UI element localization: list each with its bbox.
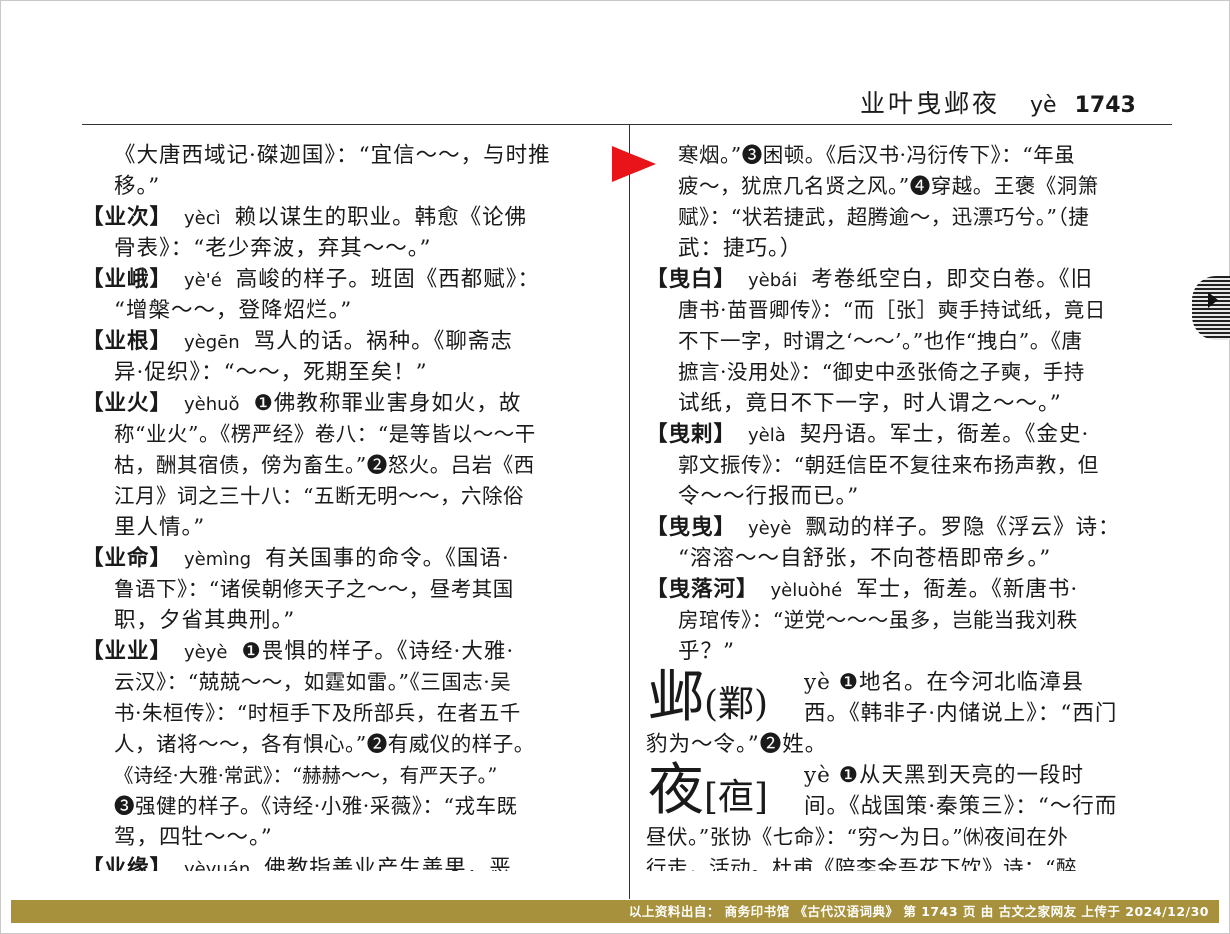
headchar-ye-night-char: 夜 [648, 758, 704, 823]
entry-pinyin: yèlà [748, 425, 786, 446]
entry-definition: ❶佛教称罪业害身如火，故 [253, 391, 522, 416]
entry-line: 称“业火”。《楞严经》卷八：“是等皆以～～干 [114, 422, 536, 446]
entry-line: 鲁语下》：“诸侯朝修天子之～～，昼考其国 [114, 577, 514, 601]
entry-line: 人，诸将～～，各有惧心。”❷有威仪的样子。 [114, 732, 535, 756]
entry-pinyin: yèmìng [184, 549, 252, 570]
entry-pinyin: yèyè [748, 518, 792, 539]
entry-headword: 【曳落河】 [646, 577, 759, 602]
entry-pinyin: yèluòhé [770, 580, 843, 601]
entry-line: yè ❶地名。在今河北临漳县 [804, 670, 1084, 695]
entry-headword-line: 【曳剌】 yèlà 契丹语。军士，衙差。《金史· [646, 419, 1174, 450]
entry-line: 武：捷巧。） [678, 236, 803, 261]
entry-line: 骨表》：“老少奔波，弃其～～。” [114, 236, 432, 261]
entry-headword: 【业业】 [82, 639, 173, 664]
entry-line: 寒烟。”❸困顿。《后汉书·冯衍传下》：“年虽 [678, 143, 1076, 167]
entry-line: 乎？” [678, 639, 735, 664]
entry-pinyin: yècì [184, 208, 221, 229]
entry-headword: 【业命】 [82, 546, 173, 571]
header-headwords: 业叶曳邺夜 [860, 89, 1001, 118]
entry-line: 行走，活动。杜甫《陪李金吾花下饮》诗：“醉 [646, 856, 1077, 871]
entry-headword: 【业峨】 [82, 267, 173, 292]
entry-definition: 高峻的样子。班固《西都赋》： [235, 267, 541, 292]
entry-line: 试纸，竟日不下一字，时人谓之～～。” [678, 391, 1062, 416]
entry-line: 疲～，犹庶几名贤之风。”❹穿越。王褒《洞箫 [678, 174, 1099, 198]
entry-headword-line: 【业业】 yèyè ❶畏惧的样子。《诗经·大雅· [82, 636, 612, 667]
entry-line: 郭文振传》：“朝廷信臣不复往来布扬声教，但 [678, 453, 1099, 477]
headchar-ye-city-variant: (鄴) [704, 684, 769, 725]
entry-definition: 军士，衙差。《新唐书· [856, 577, 1079, 602]
entry-line: 《大唐西域记·磔迦国》：“宜信～～，与时推 [114, 143, 551, 168]
entry-definition: ❶畏惧的样子。《诗经·大雅· [241, 639, 515, 664]
headchar-ye-city-char: 邺 [648, 665, 704, 730]
entry-headword-line: 【业根】 yègēn 骂人的话。祸种。《聊斋志 [82, 326, 612, 357]
entry-headword-line: 【业次】 yècì 赖以谋生的职业。韩愈《论佛 [82, 202, 612, 233]
entry-headword-line: 【业峨】 yè'é 高峻的样子。班固《西都赋》： [82, 264, 612, 295]
entry-pinyin: yèhuǒ [184, 394, 240, 415]
entry-pinyin: yèbái [748, 270, 798, 291]
entry-line: 不下一字，时谓之‘～～’。”也作“拽白”。《唐 [678, 329, 1083, 353]
entry-definition: 骂人的话。祸种。《聊斋志 [253, 329, 513, 354]
entry-headword: 【曳曳】 [646, 515, 737, 540]
entry-pinyin: yèyè [184, 642, 228, 663]
entry-headword: 【业缘】 [82, 856, 173, 871]
entry-line: 《诗经·大雅·常武》：“赫赫～～，有严天子。” [114, 764, 498, 787]
left-column: 《大唐西域记·磔迦国》：“宜信～～，与时推 移。” 【业次】 yècì 赖以谋生的职业。… [82, 140, 612, 900]
source-footer: 以上资料出自： 商务印书馆 《古代汉语词典》 第 1743 页 由 古文之家网友… [11, 900, 1219, 923]
entry-headword-line: 【业缘】 yèyuán 佛教指善业产生善果，恶 [82, 853, 612, 871]
right-column: 寒烟。”❸困顿。《后汉书·冯衍传下》：“年虽 疲～，犹庶几名贤之风。”❹穿越。王褒… [646, 140, 1174, 900]
entry-line: 书·朱桓传》：“时桓手下及所部兵，在者五千 [114, 701, 521, 725]
entry-line: “溶溶～～自舒张，不向苍梧即帝乡。” [678, 546, 1052, 571]
entry-definition: 赖以谋生的职业。韩愈《论佛 [234, 205, 528, 230]
entry-line: 里人情。” [114, 515, 206, 540]
entry-definition: 佛教指善业产生善果，恶 [264, 856, 512, 871]
entry-line: 令～～行报而已。” [678, 484, 860, 509]
page-header: 业叶曳邺夜 yè 1743 [860, 84, 1180, 118]
entry-headword: 【曳白】 [646, 267, 737, 292]
entry-line: 江月》词之三十八：“五断无明～～，六除俗 [114, 484, 524, 508]
right-column-entries: 寒烟。”❸困顿。《后汉书·冯衍传下》：“年虽 疲～，犹庶几名贤之风。”❹穿越。王褒… [646, 140, 1174, 667]
entry-headword: 【曳剌】 [646, 422, 737, 447]
entry-headword-line: 【业命】 yèmìng 有关国事的命令。《国语· [82, 543, 612, 574]
entry-headword-line: 【曳落河】 yèluòhé 军士，衙差。《新唐书· [646, 574, 1174, 605]
entry-definition: 有关国事的命令。《国语· [265, 546, 510, 571]
headchar-ye-city: 邺(鄴) [648, 667, 768, 736]
header-pinyin: yè [1030, 93, 1057, 118]
headchar-ye-night: 夜[亱] [648, 760, 768, 829]
page-turn-tab-icon[interactable] [1192, 276, 1230, 340]
entry-line: 房琯传》：“逆党～～～虽多，岂能当我刘秩 [678, 608, 1078, 632]
entry-pinyin: yègēn [184, 332, 240, 353]
entry-line: 驾，四牡～～。” [114, 825, 273, 850]
header-rule [82, 124, 1172, 125]
headchar-ye-night-variant: [亱] [704, 777, 769, 818]
entry-line: 摭言·没用处》：“御史中丞张倚之子奭，手持 [678, 360, 1085, 384]
entry-headword: 【业根】 [82, 329, 173, 354]
column-divider [629, 124, 630, 899]
entry-definition: 考卷纸空白，即交白卷。《旧 [811, 267, 1093, 292]
entry-line: yè ❶从天黑到天亮的一段时 [804, 763, 1084, 788]
entry-ye-night: 夜[亱] yè ❶从天黑到天亮的一段时 间。《战国策·秦策三》：“～行而 昼伏。… [646, 760, 1174, 872]
entry-line: 赋》：“状若捷武，超腾逾～，迅漂巧兮。”（捷 [678, 205, 1090, 229]
entry-line: “增槃～～，登降炤烂。” [114, 298, 353, 323]
entry-headword-line: 【业火】 yèhuǒ ❶佛教称罪业害身如火，故 [82, 388, 612, 419]
entry-line: 异·促织》：“～～，死期至矣！” [114, 360, 428, 385]
page-number: 1743 [1074, 93, 1136, 118]
entry-definition: 飘动的样子。罗隐《浮云》诗： [805, 515, 1121, 540]
entry-pinyin: yèyuán [184, 859, 251, 871]
entry-line: 间。《战国策·秦策三》：“～行而 [804, 794, 1118, 819]
entry-definition: 契丹语。军士，衙差。《金史· [799, 422, 1090, 447]
entry-pinyin: yè'é [184, 270, 222, 291]
entry-line: 职，夕省其典刑。” [114, 608, 296, 633]
entry-ye-city: 邺(鄴) yè ❶地名。在今河北临漳县 西。《韩非子·内储说上》：“西门 豹为～… [646, 667, 1174, 760]
entry-line: 西。《韩非子·内储说上》：“西门 [804, 701, 1118, 726]
entry-line: 云汉》：“兢兢～～，如霆如雷。”《三国志·吴 [114, 670, 512, 694]
entry-line: 枯，酬其宿债，傍为畜生。”❷怒火。吕岩《西 [114, 453, 535, 477]
entry-headword-line: 【曳白】 yèbái 考卷纸空白，即交白卷。《旧 [646, 264, 1174, 295]
entry-headword: 【业次】 [82, 205, 173, 230]
entry-line: ❸强健的样子。《诗经·小雅·采薇》：“戎车既 [114, 794, 518, 818]
entry-line: 移。” [114, 174, 161, 199]
entry-headword-line: 【曳曳】 yèyè 飘动的样子。罗隐《浮云》诗： [646, 512, 1174, 543]
entry-line: 唐书·苗晋卿传》：“而［张］奭手持试纸，竟日 [678, 298, 1106, 322]
entry-headword: 【业火】 [82, 391, 173, 416]
red-pointer-arrow-icon [612, 146, 656, 182]
